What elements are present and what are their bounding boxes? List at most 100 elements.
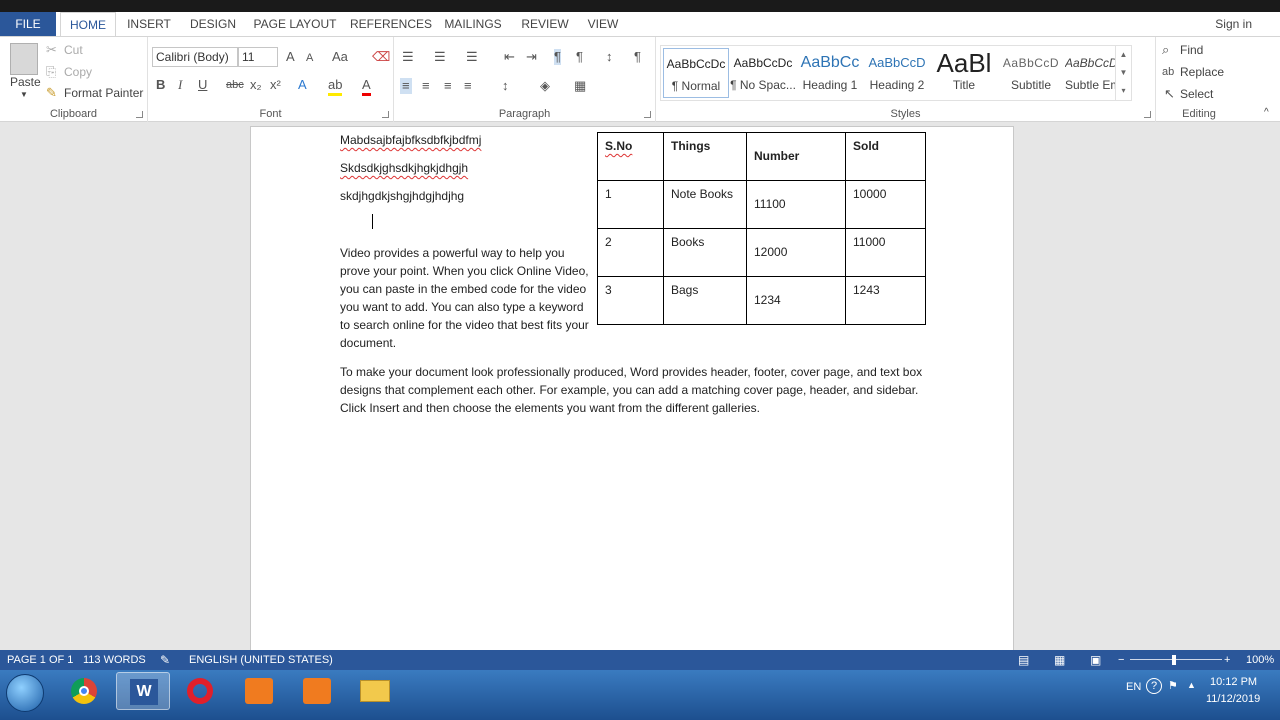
cut-button[interactable]: Cut (64, 43, 83, 57)
align-left-icon[interactable]: ≡ (400, 78, 412, 94)
zoom-slider[interactable] (1130, 659, 1222, 660)
chrome-taskbar-button[interactable] (58, 672, 112, 710)
bold-icon[interactable]: B (156, 77, 165, 93)
style-subtitle[interactable]: AaBbCcD Subtitle (998, 48, 1064, 98)
tab-home[interactable]: HOME (60, 12, 116, 37)
collapse-ribbon-icon[interactable]: ^ (1264, 107, 1269, 118)
sort-icon[interactable]: ↕ (606, 49, 613, 65)
print-layout-icon[interactable]: ▦ (1054, 650, 1065, 670)
table-cell: 10000 (845, 180, 926, 229)
recorder-taskbar-button[interactable] (232, 672, 286, 710)
line-spacing-icon[interactable]: ↕ (502, 78, 509, 94)
tab-file[interactable]: FILE (0, 12, 56, 36)
help-icon[interactable]: ? (1146, 678, 1162, 694)
rtl-direction-icon[interactable]: ¶ (576, 49, 583, 65)
sign-in-link[interactable]: Sign in (1215, 12, 1252, 36)
copy-button[interactable]: Copy (64, 65, 92, 79)
borders-icon[interactable]: ▦ (574, 78, 586, 94)
clock-time[interactable]: 10:12 PM (1210, 676, 1257, 688)
data-table[interactable]: S.No Things Number Sold 1 Note Books 111… (597, 132, 926, 325)
align-right-icon[interactable]: ≡ (444, 78, 452, 94)
status-bar: PAGE 1 OF 1 113 WORDS ✎ ENGLISH (UNITED … (0, 650, 1280, 670)
doc-paragraph-2: To make your document look professionall… (340, 365, 923, 415)
folder-icon (360, 680, 390, 702)
clear-formatting-icon[interactable]: ⌫ (372, 49, 390, 65)
gallery-scroll[interactable]: ▲ ▼ ▾ (1115, 46, 1131, 100)
paste-dropdown-icon[interactable]: ▼ (20, 90, 28, 99)
align-center-icon[interactable]: ≡ (422, 78, 430, 94)
subscript-icon[interactable]: x₂ (250, 77, 262, 93)
style-no-spacing[interactable]: AaBbCcDc ¶ No Spac... (730, 48, 796, 98)
tab-insert[interactable]: INSERT (122, 12, 176, 36)
zoom-slider-thumb[interactable] (1172, 655, 1176, 665)
style-subtle-emphasis[interactable]: AaBbCcDc Subtle Em... (1065, 48, 1115, 98)
table-header-cell: S.No (597, 132, 664, 181)
read-mode-icon[interactable]: ▤ (1018, 650, 1029, 670)
tab-review[interactable]: REVIEW (516, 12, 574, 36)
font-size-select[interactable]: 11 (238, 47, 278, 67)
tab-design[interactable]: DESIGN (186, 12, 240, 36)
editing-label: Editing (1182, 108, 1216, 120)
word-count[interactable]: 113 WORDS (83, 650, 146, 670)
tab-mailings[interactable]: MAILINGS (442, 12, 504, 36)
text-effects-icon[interactable]: A (298, 77, 307, 93)
style-heading-2[interactable]: AaBbCcD Heading 2 (864, 48, 930, 98)
opera-taskbar-button[interactable] (174, 672, 228, 710)
increase-indent-icon[interactable]: ⇥ (526, 49, 537, 65)
select-button[interactable]: Select (1180, 87, 1213, 101)
table-header-cell: Things (663, 132, 747, 181)
bullets-icon[interactable]: ☰ (402, 49, 414, 65)
explorer-taskbar-button[interactable] (348, 672, 402, 710)
replace-button[interactable]: Replace (1180, 65, 1224, 79)
zoom-level[interactable]: 100% (1246, 650, 1274, 670)
tray-expand-icon[interactable]: ▲ (1187, 680, 1196, 690)
title-bar (0, 0, 1280, 12)
font-name-select[interactable]: Calibri (Body) (152, 47, 238, 67)
paste-icon[interactable] (10, 43, 38, 75)
paragraph-launcher-icon[interactable] (644, 111, 651, 118)
italic-icon[interactable]: I (178, 77, 182, 93)
justify-icon[interactable]: ≡ (464, 78, 472, 94)
zoom-in-icon[interactable]: + (1224, 650, 1230, 670)
zoom-out-icon[interactable]: − (1118, 650, 1124, 670)
tab-references[interactable]: REFERENCES (350, 12, 432, 36)
page-count[interactable]: PAGE 1 OF 1 (7, 650, 73, 670)
input-language[interactable]: EN (1126, 681, 1141, 693)
format-painter-button[interactable]: Format Painter (64, 86, 143, 100)
style-title[interactable]: AaBl Title (931, 48, 997, 98)
clipboard-launcher-icon[interactable] (136, 111, 143, 118)
ltr-direction-icon[interactable]: ¶ (554, 49, 561, 65)
style-heading-1[interactable]: AaBbCc Heading 1 (797, 48, 863, 98)
decrease-indent-icon[interactable]: ⇤ (504, 49, 515, 65)
paste-button[interactable]: Paste (10, 75, 41, 89)
font-launcher-icon[interactable] (382, 111, 389, 118)
tab-view[interactable]: VIEW (584, 12, 622, 36)
grow-font-icon[interactable]: A (286, 49, 295, 65)
web-layout-icon[interactable]: ▣ (1090, 650, 1101, 670)
superscript-icon[interactable]: x² (270, 77, 281, 93)
shading-icon[interactable]: ◈ (540, 78, 550, 94)
style-normal[interactable]: AaBbCcDc ¶ Normal (663, 48, 729, 98)
word-taskbar-button[interactable]: W (116, 672, 170, 710)
tab-page-layout[interactable]: PAGE LAYOUT (252, 12, 338, 36)
styles-launcher-icon[interactable] (1144, 111, 1151, 118)
strikethrough-icon[interactable]: abc (226, 77, 244, 93)
multilevel-list-icon[interactable]: ☰ (466, 49, 478, 65)
clock-date[interactable]: 11/12/2019 (1206, 693, 1260, 705)
highlight-icon[interactable]: ab (328, 77, 343, 96)
language-indicator[interactable]: ENGLISH (UNITED STATES) (189, 650, 333, 670)
camera-taskbar-button[interactable] (290, 672, 344, 710)
table-cell: Books (663, 228, 747, 277)
start-button[interactable] (6, 674, 44, 712)
find-button[interactable]: Find (1180, 43, 1203, 57)
network-icon[interactable]: ⚑ (1168, 679, 1178, 692)
change-case-icon[interactable]: Aa (332, 49, 348, 65)
show-marks-icon[interactable]: ¶ (634, 49, 641, 65)
shrink-font-icon[interactable]: A (306, 50, 313, 66)
numbering-icon[interactable]: ☰ (434, 49, 446, 65)
underline-icon[interactable]: U (198, 77, 207, 93)
proofing-icon[interactable]: ✎ (160, 650, 170, 670)
font-color-icon[interactable]: A (362, 77, 371, 96)
style-preview: AaBbCcD (868, 55, 926, 70)
document-page[interactable]: Mabdsajbfajbfksdbfkjbdfmj Skdsdkjghsdkjh… (250, 126, 1014, 666)
